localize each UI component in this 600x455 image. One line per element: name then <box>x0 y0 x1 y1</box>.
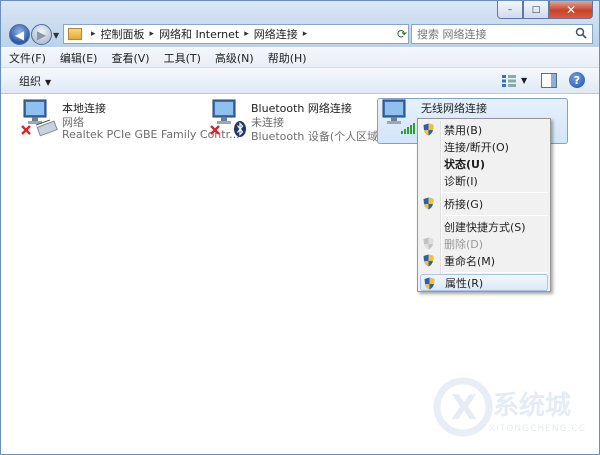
menu-item-label: 属性(R) <box>445 276 484 290</box>
menu-file[interactable]: 文件(F) <box>9 50 46 66</box>
connection-bluetooth[interactable]: Bluetooth 网络连接 未连接 Bluetooth 设备(个人区域网) <box>209 98 393 144</box>
context-menu: 禁用(B) 连接/断开(O) 状态(U) 诊断(I) 桥接(G) 创建快捷方式(… <box>417 118 551 292</box>
menu-item-label: 创建快捷方式(S) <box>444 220 526 234</box>
organize-label: 组织 <box>19 74 41 88</box>
uac-shield-icon <box>423 197 434 210</box>
back-button[interactable]: ◀ <box>9 24 30 45</box>
menu-item-disable[interactable]: 禁用(B) <box>420 121 548 138</box>
help-icon[interactable]: ? <box>569 72 585 88</box>
menu-item-label: 删除(D) <box>444 237 484 251</box>
forward-button[interactable]: ▶ <box>31 24 52 45</box>
svg-text:X: X <box>451 388 477 428</box>
uac-shield-icon <box>424 277 435 290</box>
breadcrumb-separator-icon[interactable]: ▸ <box>150 29 155 39</box>
window-controls: – □ ✕ <box>497 1 593 19</box>
organize-button[interactable]: 组织 ▼ <box>19 73 51 89</box>
breadcrumb-separator-icon[interactable]: ▸ <box>91 29 96 39</box>
menu-tools[interactable]: 工具(T) <box>164 50 201 66</box>
explorer-window: – □ ✕ ◀ ▶ ▼ ▸ 控制面板 ▸ 网络和 Internet ▸ 网络连接… <box>0 0 600 455</box>
menu-item-label: 诊断(I) <box>444 174 478 188</box>
maximize-button[interactable]: □ <box>523 1 549 19</box>
menu-item-bridge[interactable]: 桥接(G) <box>420 195 548 212</box>
menu-item-create-shortcut[interactable]: 创建快捷方式(S) <box>420 218 548 235</box>
preview-pane-icon[interactable] <box>541 73 557 88</box>
breadcrumb-network-internet[interactable]: 网络和 Internet <box>159 26 239 42</box>
menu-item-label: 禁用(B) <box>444 123 483 137</box>
address-bar[interactable]: ▸ 控制面板 ▸ 网络和 Internet ▸ 网络连接 ▸ <box>63 24 409 44</box>
menu-item-label: 状态(U) <box>444 157 485 171</box>
breadcrumb-network-connections[interactable]: 网络连接 <box>254 26 298 42</box>
view-options-dropdown[interactable]: ▼ <box>521 76 527 85</box>
connection-device: Bluetooth 设备(个人区域网) <box>251 130 394 143</box>
refresh-icon[interactable]: ⟳ <box>393 24 411 44</box>
menu-item-label: 重命名(M) <box>444 254 496 268</box>
uac-shield-icon <box>423 237 434 250</box>
recent-pages-dropdown[interactable]: ▼ <box>53 31 59 40</box>
title-bar: – □ ✕ ◀ ▶ ▼ ▸ 控制面板 ▸ 网络和 Internet ▸ 网络连接… <box>1 1 599 47</box>
menu-item-connect-disconnect[interactable]: 连接/断开(O) <box>420 138 548 155</box>
connection-local[interactable]: 本地连接 网络 Realtek PCIe GBE Family Contr... <box>20 98 240 144</box>
menu-bar: 文件(F) 编辑(E) 查看(V) 工具(T) 高级(N) 帮助(H) <box>1 48 599 68</box>
watermark-text: 系统城 <box>493 390 571 421</box>
change-view-icon[interactable] <box>501 74 517 88</box>
uac-shield-icon <box>423 254 434 267</box>
control-panel-icon <box>68 28 82 40</box>
menu-item-label: 桥接(G) <box>444 197 484 211</box>
menu-separator <box>444 215 548 216</box>
menu-item-properties[interactable]: 属性(R) <box>420 274 548 291</box>
menu-separator <box>444 192 548 193</box>
menu-item-diagnose[interactable]: 诊断(I) <box>420 172 548 189</box>
disconnected-x-icon <box>210 125 220 135</box>
menu-item-label: 连接/断开(O) <box>444 140 509 154</box>
uac-shield-icon <box>423 123 434 136</box>
disconnected-x-icon <box>21 125 31 135</box>
menu-item-delete: 删除(D) <box>420 235 548 252</box>
wireless-adapter-icon <box>382 99 415 134</box>
watermark-subtext: XITONGCHENG.CC <box>489 424 586 434</box>
menu-help[interactable]: 帮助(H) <box>268 50 307 66</box>
minimize-button[interactable]: – <box>497 1 523 19</box>
menu-separator <box>444 272 548 273</box>
search-input[interactable] <box>411 24 593 44</box>
menu-item-rename[interactable]: 重命名(M) <box>420 252 548 269</box>
search-icon[interactable] <box>575 27 587 39</box>
chevron-down-icon: ▼ <box>45 77 52 87</box>
menu-edit[interactable]: 编辑(E) <box>60 50 98 66</box>
menu-item-status[interactable]: 状态(U) <box>420 155 548 172</box>
site-watermark-logo: X 系统城 XITONGCHENG.CC <box>433 377 586 437</box>
connection-name: 无线网络连接 <box>421 102 487 115</box>
breadcrumb-separator-icon[interactable]: ▸ <box>303 29 308 39</box>
close-button[interactable]: ✕ <box>549 1 593 19</box>
breadcrumb-control-panel[interactable]: 控制面板 <box>101 26 145 42</box>
menu-advanced[interactable]: 高级(N) <box>215 50 254 66</box>
menu-view[interactable]: 查看(V) <box>111 50 149 66</box>
breadcrumb-separator-icon[interactable]: ▸ <box>244 29 249 39</box>
